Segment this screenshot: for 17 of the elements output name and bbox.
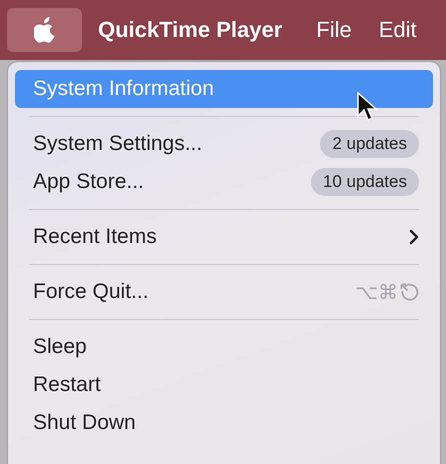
menu-bar-item[interactable]: Edit [378,17,417,43]
menu-bar-item[interactable]: QuickTime Player [98,17,282,43]
mouse-pointer-icon [357,92,377,122]
update-count: 2 updates [320,130,419,158]
update-count: 10 updates [310,168,419,196]
apple-logo-icon [34,17,56,43]
menu-item[interactable]: Recent Items [15,218,433,256]
menu-item[interactable]: Shut Down [15,404,433,442]
menu-item[interactable]: System Settings... 2 updates [15,125,433,163]
apple-menu-button[interactable] [7,8,82,52]
menu-item[interactable]: Sleep [15,328,433,366]
keyboard-shortcut: ⌥⌘ [355,280,398,304]
menu-item[interactable]: App Store... 10 updates [15,163,433,201]
menu-item[interactable]: Force Quit... ⌥⌘ [15,273,433,311]
escape-key-icon [400,282,419,302]
menu-item[interactable]: Restart [15,366,433,404]
menu-bar-item[interactable]: File [316,17,352,43]
